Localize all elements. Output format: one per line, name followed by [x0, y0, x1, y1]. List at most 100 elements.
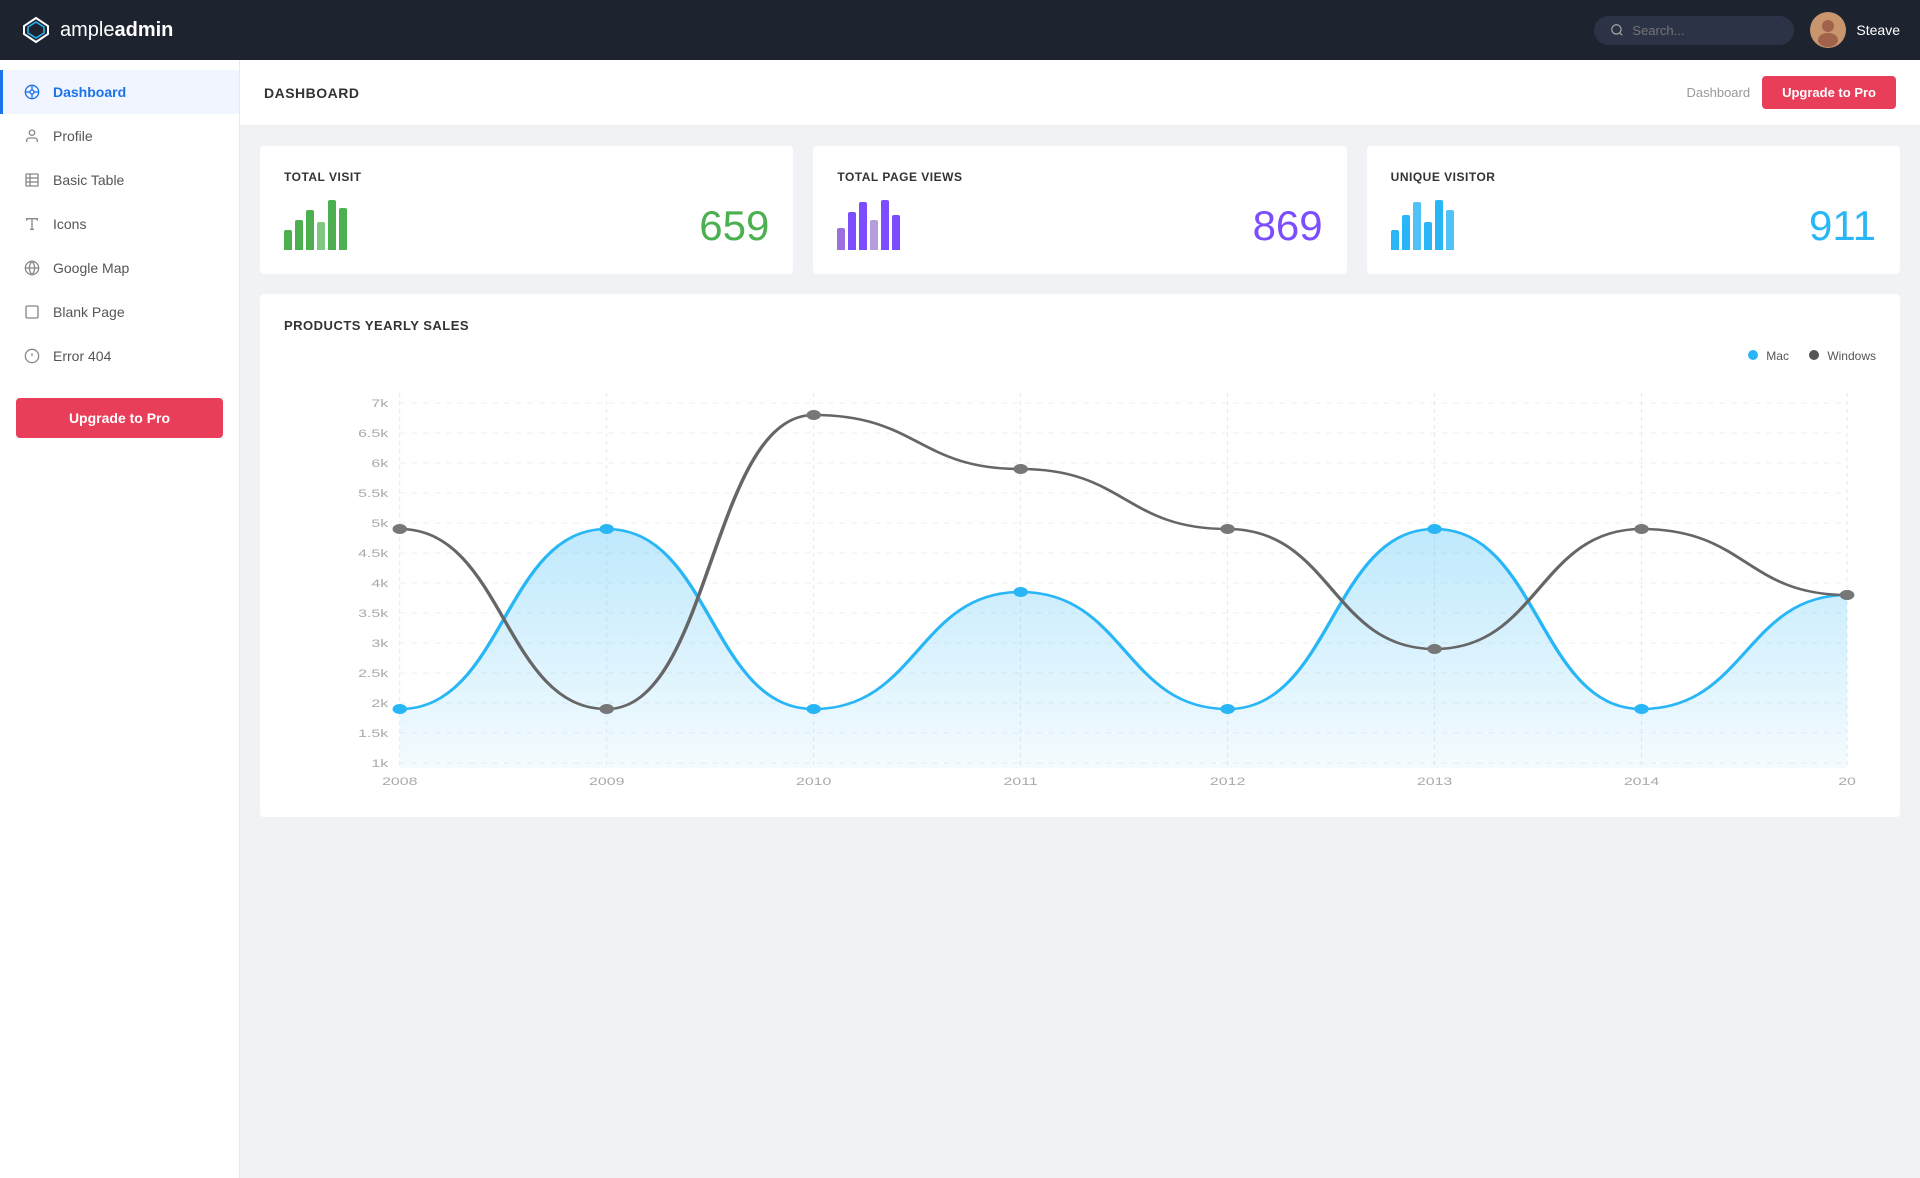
svg-text:6k: 6k: [371, 457, 388, 469]
search-input[interactable]: [1632, 23, 1772, 38]
sidebar-upgrade-button[interactable]: Upgrade to Pro: [16, 398, 223, 438]
svg-text:2k: 2k: [371, 697, 388, 709]
mac-dot: [806, 704, 820, 714]
mac-dot: [600, 524, 614, 534]
mini-bar: [892, 215, 900, 250]
avatar: [1810, 12, 1846, 48]
navbar-right: Steave: [1594, 12, 1900, 48]
sidebar: Dashboard Profile Basic Table: [0, 60, 240, 1178]
svg-text:2014: 2014: [1624, 775, 1660, 787]
chart-container: 7k 6.5k 6k 5.5k 5k 4.5k 4k 3.5k 3k 2.5k …: [284, 373, 1876, 793]
mac-dot: [393, 704, 407, 714]
breadcrumb: Dashboard: [1686, 85, 1750, 100]
brand-logo-icon: [20, 14, 52, 46]
table-icon: [23, 171, 41, 189]
legend-mac: Mac: [1748, 349, 1789, 363]
stat-body: 869: [837, 200, 1322, 250]
svg-text:3k: 3k: [371, 637, 388, 649]
windows-dot: [393, 524, 407, 534]
breadcrumb-link[interactable]: Dashboard: [1686, 85, 1750, 100]
layout: Dashboard Profile Basic Table: [0, 60, 1920, 1178]
sidebar-item-label: Google Map: [53, 260, 129, 276]
mini-bar: [1413, 202, 1421, 250]
mini-bar: [1402, 215, 1410, 250]
sidebar-upgrade-section: Upgrade to Pro: [16, 398, 223, 438]
sidebar-item-label: Dashboard: [53, 84, 126, 100]
svg-text:5.5k: 5.5k: [358, 487, 388, 499]
sidebar-item-profile[interactable]: Profile: [0, 114, 239, 158]
windows-dot: [806, 410, 820, 420]
mac-dot: [1220, 704, 1234, 714]
user-name: Steave: [1856, 22, 1900, 38]
brand: ampleadmin: [20, 14, 260, 46]
svg-text:4.5k: 4.5k: [358, 547, 388, 559]
windows-dot: [1634, 524, 1648, 534]
chart-title: PRODUCTS YEARLY SALES: [284, 318, 1876, 333]
svg-text:5k: 5k: [371, 517, 388, 529]
mini-bars-blue: [1391, 200, 1454, 250]
header-upgrade-button[interactable]: Upgrade to Pro: [1762, 76, 1896, 109]
mac-dot: [1427, 524, 1441, 534]
search-icon: [1610, 23, 1624, 37]
svg-text:4k: 4k: [371, 577, 388, 589]
sidebar-item-label: Icons: [53, 216, 86, 232]
mini-bar: [859, 202, 867, 250]
mini-bar: [1424, 222, 1432, 250]
page-header: DASHBOARD Dashboard Upgrade to Pro: [240, 60, 1920, 126]
svg-text:2011: 2011: [1004, 775, 1038, 787]
chart-card: PRODUCTS YEARLY SALES Mac Windows: [260, 294, 1900, 817]
mini-bars-purple: [837, 200, 900, 250]
chart-svg: 7k 6.5k 6k 5.5k 5k 4.5k 4k 3.5k 3k 2.5k …: [284, 373, 1876, 793]
mac-dot: [1013, 587, 1027, 597]
windows-dot: [600, 704, 614, 714]
sidebar-item-error-404[interactable]: Error 404: [0, 334, 239, 378]
mini-bar: [328, 200, 336, 250]
stat-body: 911: [1391, 200, 1876, 250]
svg-text:2.5k: 2.5k: [358, 667, 388, 679]
legend-windows: Windows: [1809, 349, 1876, 363]
mini-bar: [284, 230, 292, 250]
sidebar-item-icons[interactable]: Icons: [0, 202, 239, 246]
page-title: DASHBOARD: [264, 85, 360, 101]
mini-bar: [1446, 210, 1454, 250]
stat-label: TOTAL PAGE VIEWS: [837, 170, 1322, 184]
legend-dot-windows: [1809, 350, 1819, 360]
user-area[interactable]: Steave: [1810, 12, 1900, 48]
mini-bar: [1391, 230, 1399, 250]
mini-bar: [870, 220, 878, 250]
mini-bars-green: [284, 200, 347, 250]
mini-bar: [306, 210, 314, 250]
dashboard-icon: [23, 83, 41, 101]
sidebar-item-label: Profile: [53, 128, 93, 144]
stat-value: 869: [1253, 202, 1323, 250]
stat-value: 911: [1809, 202, 1876, 250]
svg-text:20: 20: [1838, 775, 1856, 787]
windows-dot: [1013, 464, 1027, 474]
svg-text:1.5k: 1.5k: [358, 727, 388, 739]
sidebar-item-basic-table[interactable]: Basic Table: [0, 158, 239, 202]
stat-card-unique-visitor: UNIQUE VISITOR 911: [1367, 146, 1900, 274]
sidebar-item-google-map[interactable]: Google Map: [0, 246, 239, 290]
svg-text:7k: 7k: [371, 397, 388, 409]
mini-bar: [848, 212, 856, 250]
windows-dot: [1427, 644, 1441, 654]
search-box[interactable]: [1594, 16, 1794, 45]
svg-text:2012: 2012: [1210, 775, 1245, 787]
sidebar-item-blank-page[interactable]: Blank Page: [0, 290, 239, 334]
svg-text:2008: 2008: [382, 775, 418, 787]
sidebar-item-label: Blank Page: [53, 304, 125, 320]
svg-text:2013: 2013: [1417, 775, 1452, 787]
sidebar-item-dashboard[interactable]: Dashboard: [0, 70, 239, 114]
svg-text:3.5k: 3.5k: [358, 607, 388, 619]
stat-card-total-visit: TOTAL VISIT 659: [260, 146, 793, 274]
chart-legend: Mac Windows: [284, 349, 1876, 363]
error-icon: [23, 347, 41, 365]
sidebar-item-label: Basic Table: [53, 172, 124, 188]
windows-dot: [1840, 590, 1854, 600]
mac-dot: [1634, 704, 1648, 714]
brand-name: ampleadmin: [60, 19, 173, 42]
stat-body: 659: [284, 200, 769, 250]
svg-text:2009: 2009: [589, 775, 624, 787]
main-content: DASHBOARD Dashboard Upgrade to Pro TOTAL…: [240, 60, 1920, 1178]
mini-bar: [295, 220, 303, 250]
